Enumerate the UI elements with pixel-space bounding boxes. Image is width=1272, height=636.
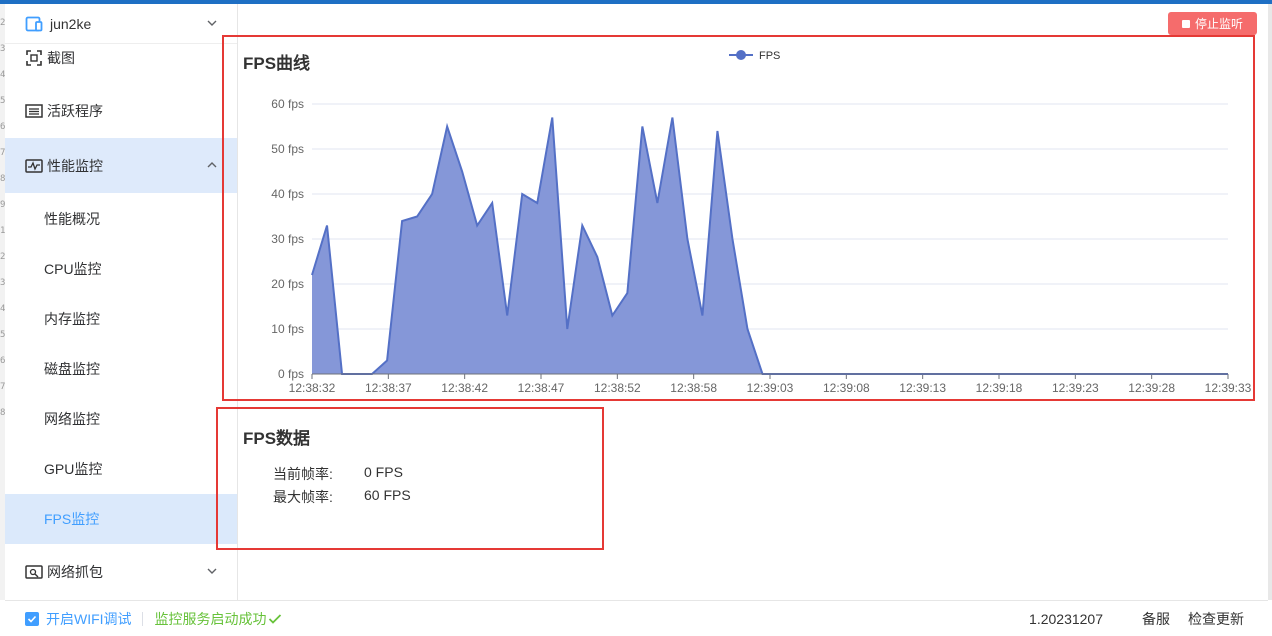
wifi-debug-checkbox[interactable]: [25, 611, 39, 626]
version-text: 1.20231207: [1029, 610, 1103, 627]
legend-label: FPS: [759, 50, 780, 62]
current-fps-label: 当前帧率:: [273, 466, 333, 482]
divider: [141, 611, 143, 626]
x-tick-label: 12:38:47: [518, 381, 565, 395]
chevron-down-icon: [207, 568, 217, 574]
x-tick-label: 12:39:28: [1128, 381, 1175, 395]
current-fps-value: 0 FPS: [364, 464, 403, 480]
service-status-text: 监控服务启动成功: [154, 610, 267, 627]
subitem-label: FPS监控: [44, 511, 100, 527]
legend-marker: [736, 50, 746, 60]
data-panel-title: FPS数据: [243, 429, 311, 448]
record-link[interactable]: 备服: [1142, 609, 1170, 629]
y-tick-label: 0 fps: [278, 367, 304, 381]
capture-icon: [25, 564, 43, 580]
sidebar-subitem-gpu[interactable]: GPU监控: [5, 444, 237, 494]
y-tick-label: 20 fps: [271, 277, 304, 291]
subitem-label: 网络监控: [44, 411, 100, 427]
wifi-debug-label[interactable]: 开启WIFI调试: [46, 609, 132, 629]
max-fps-value: 60 FPS: [364, 487, 411, 503]
y-tick-label: 40 fps: [271, 187, 304, 201]
x-tick-label: 12:39:08: [823, 381, 870, 395]
x-tick-label: 12:38:58: [670, 381, 717, 395]
x-tick-label: 12:38:32: [289, 381, 336, 395]
x-tick-label: 12:38:42: [441, 381, 488, 395]
subitem-label: GPU监控: [44, 461, 103, 477]
fps-chart: FPS 0 fps 10 fps 20 fps 30 fps 40 fps 50 fps 6…: [271, 50, 1252, 395]
status-bar: 开启WIFI调试 监控服务启动成功 1.20231207 备服 检查更新: [5, 600, 1268, 636]
service-status: 监控服务启动成功: [155, 609, 282, 629]
x-tick-label: 12:38:52: [594, 381, 641, 395]
y-tick-label: 10 fps: [271, 322, 304, 336]
x-tick-label: 12:39:13: [899, 381, 946, 395]
sidebar-item-label: 网络抓包: [47, 563, 103, 580]
x-tick-label: 12:38:37: [365, 381, 412, 395]
x-tick-label: 12:39:03: [747, 381, 794, 395]
max-fps-label: 最大帧率:: [273, 489, 333, 505]
success-check-icon: [268, 613, 281, 624]
sidebar-item-packet-capture[interactable]: 网络抓包: [5, 544, 237, 599]
y-tick-label: 50 fps: [271, 142, 304, 156]
x-tick-label: 12:39:23: [1052, 381, 1099, 395]
y-tick-label: 60 fps: [271, 97, 304, 111]
sidebar-subitem-fps[interactable]: FPS监控: [5, 494, 237, 544]
fps-area: [312, 117, 1228, 374]
x-tick-label: 12:39:18: [976, 381, 1023, 395]
x-tick-label: 12:39:33: [1205, 381, 1252, 395]
check-icon: [27, 615, 37, 623]
y-tick-label: 30 fps: [271, 232, 304, 246]
chart-legend: FPS: [729, 50, 780, 62]
check-update-link[interactable]: 检查更新: [1188, 609, 1244, 629]
